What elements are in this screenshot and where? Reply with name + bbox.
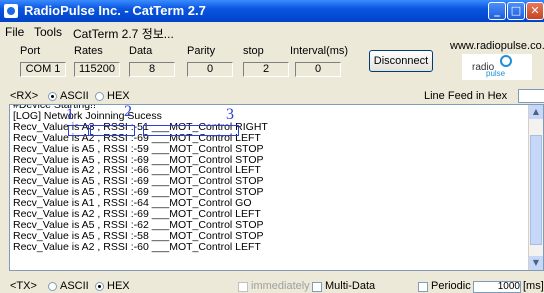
port-header: Port — [20, 45, 41, 57]
multi-data-label: Multi-Data — [325, 280, 376, 292]
line-feed-label: Line Feed in Hex — [424, 90, 508, 102]
annotation-3: 3 — [226, 106, 234, 123]
annotation-box-1 — [68, 125, 89, 136]
interval-header: Interval(ms) — [290, 45, 349, 57]
annotation-2: 2 — [124, 103, 132, 120]
period-input[interactable]: 1000 — [473, 281, 521, 293]
rx-ascii-label: ASCII — [60, 90, 89, 102]
rx-hex-label: HEX — [107, 90, 130, 102]
scroll-down-icon[interactable]: ▼ — [529, 256, 543, 270]
menu-tools[interactable]: Tools — [34, 25, 62, 39]
radiopulse-logo: radio pulse — [462, 54, 532, 80]
rx-scrollbar[interactable]: ▲ ▼ — [528, 105, 543, 270]
interval-value[interactable]: 0 — [295, 62, 341, 77]
data-header: Data — [129, 45, 153, 57]
menu-bar: File Tools CatTerm 2.7 정보... — [0, 22, 544, 42]
periodic-label: Periodic — [431, 280, 471, 292]
annotation-box-3 — [143, 125, 239, 136]
minimize-icon: _ — [494, 4, 500, 17]
annotation-box-2 — [90, 125, 135, 136]
stop-header: stop — [243, 45, 264, 57]
periodic-checkbox[interactable] — [418, 282, 428, 292]
data-value[interactable]: 8 — [129, 62, 175, 77]
close-button[interactable]: ✕ — [526, 2, 544, 20]
window-title: RadioPulse Inc. - CatTerm 2.7 — [24, 3, 206, 18]
menu-about[interactable]: CatTerm 2.7 정보... — [73, 25, 174, 42]
stop-value[interactable]: 2 — [243, 62, 289, 77]
rx-ascii-radio[interactable] — [48, 92, 57, 101]
scroll-up-icon[interactable]: ▲ — [529, 105, 543, 119]
tx-hex-label: HEX — [107, 280, 130, 292]
tx-ascii-radio[interactable] — [48, 282, 57, 291]
rx-line: Recv_Value is A2 , RSSI :-60 ___MOT_Cont… — [13, 240, 261, 253]
immediately-label: immediately — [251, 280, 310, 292]
rates-header: Rates — [74, 45, 103, 57]
annotation-1: 1 — [66, 106, 74, 123]
minimize-button[interactable]: _ — [488, 2, 506, 20]
logo-sub: pulse — [486, 69, 506, 78]
parity-value[interactable]: 0 — [187, 62, 233, 77]
rx-hex-radio[interactable] — [95, 92, 104, 101]
maximize-button[interactable]: □ — [507, 2, 525, 20]
rates-value[interactable]: 115200 — [74, 62, 120, 77]
scroll-thumb[interactable] — [530, 135, 542, 245]
multi-data-checkbox[interactable] — [312, 282, 322, 292]
website-link[interactable]: www.radiopulse.co.kr — [450, 40, 544, 52]
tx-hex-radio[interactable] — [95, 282, 104, 291]
rx-line: Recv_Value is A5 , RSSI :-59 ___MOT_Cont… — [13, 142, 264, 155]
disconnect-button[interactable]: Disconnect — [369, 50, 433, 72]
port-value[interactable]: COM 1 — [20, 62, 66, 77]
period-unit: [ms] — [523, 280, 544, 292]
logo-ring-icon — [500, 55, 512, 67]
menu-file[interactable]: File — [5, 25, 24, 39]
tx-ascii-label: ASCII — [60, 280, 89, 292]
close-icon: ✕ — [530, 4, 540, 17]
tx-label: <TX> — [10, 280, 37, 292]
title-bar[interactable]: RadioPulse Inc. - CatTerm 2.7 _ □ ✕ — [0, 0, 544, 22]
line-feed-input[interactable] — [518, 89, 544, 103]
immediately-checkbox[interactable] — [238, 282, 248, 292]
rx-label: <RX> — [10, 90, 39, 102]
app-icon — [4, 4, 18, 18]
parity-header: Parity — [187, 45, 216, 57]
maximize-icon: □ — [510, 4, 522, 17]
